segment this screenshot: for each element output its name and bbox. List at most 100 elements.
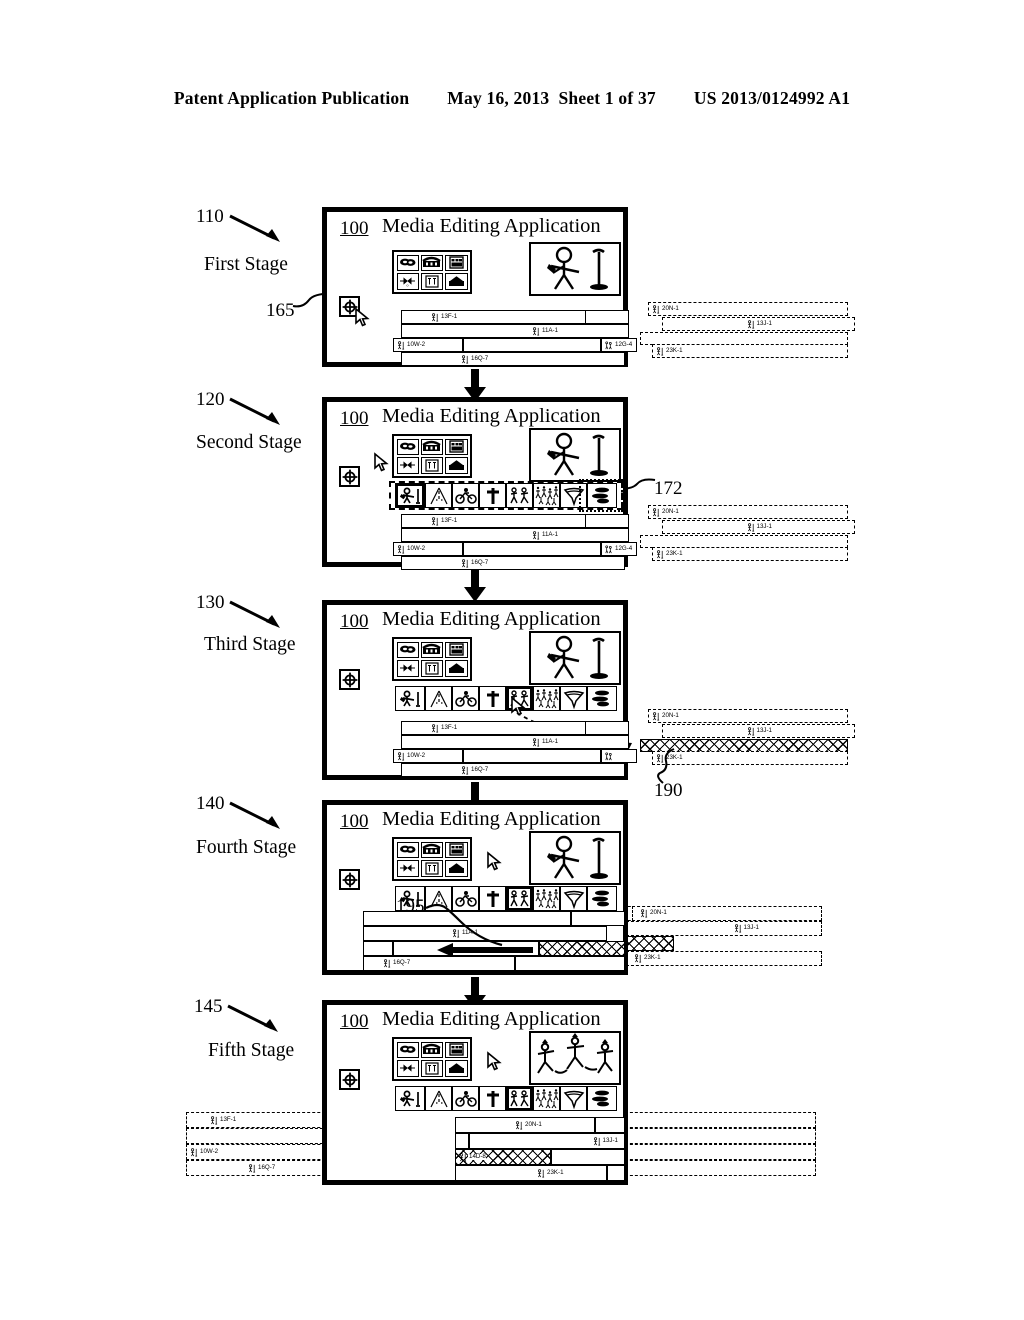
clip-10W-2[interactable]: 10W-2 [393, 749, 463, 763]
clip-12G-4[interactable]: 12G-4 [601, 542, 637, 556]
clip-offscreen-23K-1[interactable]: 23K-1 [626, 951, 822, 966]
clip-16Q-7[interactable]: 16Q-7 [401, 556, 625, 570]
clip-12G-4[interactable]: 12G-4 [601, 338, 637, 352]
road-thumbnail[interactable] [425, 686, 452, 711]
titles-icon[interactable] [420, 860, 444, 877]
clip-offscreen-right-1[interactable] [620, 1128, 816, 1144]
clip-offscreen-20N-1[interactable]: 20N-1 [648, 302, 848, 316]
clip-10W-2[interactable]: 10W-2 [393, 338, 463, 352]
tool-palette[interactable] [392, 637, 472, 681]
film-reel-icon[interactable] [396, 641, 419, 658]
clip-20N-1[interactable]: 20N-1 [455, 1117, 595, 1133]
clip-offscreen-right-2[interactable] [620, 1144, 816, 1160]
clip-track2-head[interactable] [455, 1133, 469, 1149]
clip-13J-1[interactable]: 13J-1 [469, 1133, 625, 1149]
clip-10W-2-tail[interactable] [363, 941, 393, 956]
clapperboard-icon[interactable] [420, 641, 444, 658]
transition-icon[interactable] [396, 660, 419, 677]
clip-track3-mid[interactable] [463, 338, 601, 352]
export-icon[interactable] [445, 660, 468, 677]
film-reel-icon[interactable] [396, 254, 419, 271]
dropped-clip-hatched[interactable] [539, 941, 625, 956]
dropped-clip-14D-8[interactable]: 14D-8 [455, 1149, 551, 1165]
clip-offscreen-13J-1[interactable]: 13J-1 [662, 317, 855, 331]
clip-offscreen-13J-1[interactable]: 13J-1 [662, 724, 855, 738]
bicycle-thumbnail[interactable] [452, 483, 479, 508]
clip-offscreen-right-3[interactable] [620, 1160, 816, 1176]
titles-icon[interactable] [420, 660, 444, 677]
blobs-thumbnail[interactable] [587, 1086, 617, 1111]
bicycle-thumbnail[interactable] [452, 686, 479, 711]
export-icon[interactable] [445, 457, 468, 474]
clip-13F-1[interactable]: 13F-1 [401, 310, 614, 324]
clapperboard-icon[interactable] [420, 1041, 444, 1058]
funnel-thumbnail[interactable] [560, 886, 587, 911]
transition-icon[interactable] [396, 1060, 419, 1077]
tree-thumbnail[interactable] [479, 1086, 506, 1111]
clip-10W-2[interactable]: 10W-2 [393, 542, 463, 556]
film-reel-icon[interactable] [396, 438, 419, 455]
clip-offscreen-13J-1[interactable]: 13J-1 [662, 520, 855, 534]
clip-23K-1-tail[interactable] [607, 1165, 625, 1181]
bicycle-thumbnail[interactable] [452, 1086, 479, 1111]
crowd-thumbnail[interactable] [533, 1086, 560, 1111]
clip-13F-1[interactable]: 13F-1 [401, 721, 614, 735]
filmstrip-icon[interactable] [445, 254, 468, 271]
funnel-thumbnail[interactable] [560, 1086, 587, 1111]
road-thumbnail[interactable] [425, 483, 452, 508]
tool-palette[interactable] [392, 837, 472, 881]
clip-track3-tail[interactable] [551, 1149, 625, 1165]
clip-offscreen-right-0[interactable] [620, 1112, 816, 1128]
titles-icon[interactable] [420, 273, 444, 290]
clip-offscreen-13J-1[interactable]: 13J-1 [626, 921, 822, 936]
export-icon[interactable] [445, 273, 468, 290]
clip-13F-1-tail[interactable] [585, 514, 629, 528]
clip-13F-1-tail[interactable] [585, 721, 629, 735]
clip-16Q-7[interactable]: 16Q-7 [363, 956, 515, 971]
target-crosshair-button[interactable] [339, 669, 360, 690]
clip-16Q-7[interactable]: 16Q-7 [401, 763, 625, 777]
clip-23K-1[interactable]: 23K-1 [455, 1165, 607, 1181]
tree-thumbnail[interactable] [479, 483, 506, 508]
transition-icon[interactable] [396, 860, 419, 877]
clip-track4-tail[interactable] [515, 956, 625, 971]
blobs-thumbnail[interactable] [587, 886, 617, 911]
clip-11A-1[interactable]: 11A-1 [401, 735, 629, 749]
crowd-thumbnail[interactable] [533, 483, 560, 508]
clip-11A-1[interactable]: 11A-1 [401, 528, 629, 542]
filmstrip-icon[interactable] [445, 641, 468, 658]
clapperboard-icon[interactable] [420, 841, 444, 858]
clip-offscreen-23K-1[interactable]: 23K-1 [652, 547, 848, 561]
tool-palette[interactable]: o [392, 250, 472, 294]
tool-palette[interactable] [392, 434, 472, 478]
export-icon[interactable] [445, 1060, 468, 1077]
clip-track3-mid[interactable] [463, 749, 601, 763]
runners-thumbnail[interactable] [506, 1086, 533, 1111]
clip-offscreen-23K-1[interactable]: 23K-1 [652, 344, 848, 358]
clip-offscreen-23K-1[interactable]: 23K-1 [652, 751, 848, 765]
clip-16Q-7[interactable]: 16Q-7 [401, 352, 625, 366]
target-crosshair-button[interactable] [339, 466, 360, 487]
titles-icon[interactable] [420, 457, 444, 474]
clapperboard-icon[interactable] [420, 438, 444, 455]
clip-13F-1-tail[interactable] [571, 911, 625, 926]
media-browser-strip[interactable] [395, 1086, 617, 1111]
target-crosshair-button[interactable] [339, 869, 360, 890]
clip-offscreen-20N-1[interactable]: 20N-1 [648, 505, 848, 519]
clip-track3-mid[interactable] [463, 542, 601, 556]
clapperboard-icon[interactable] [420, 254, 444, 271]
clip-13F-1-tail[interactable] [585, 310, 629, 324]
clip-offscreen-20N-1[interactable]: 20N-1 [648, 709, 848, 723]
titles-icon[interactable] [420, 1060, 444, 1077]
film-reel-icon[interactable] [396, 1041, 419, 1058]
clip-offscreen-20N-1[interactable]: 20N-1 [632, 906, 822, 921]
runners-thumbnail[interactable] [506, 483, 533, 508]
clip-20N-1-tail[interactable] [595, 1117, 625, 1133]
guitarist-thumbnail[interactable] [395, 1086, 425, 1111]
guitarist-thumbnail[interactable] [395, 686, 425, 711]
film-reel-icon[interactable] [396, 841, 419, 858]
target-crosshair-button[interactable] [339, 1069, 360, 1090]
transition-icon[interactable] [396, 457, 419, 474]
transition-icon[interactable]: o [396, 273, 419, 290]
export-icon[interactable] [445, 860, 468, 877]
